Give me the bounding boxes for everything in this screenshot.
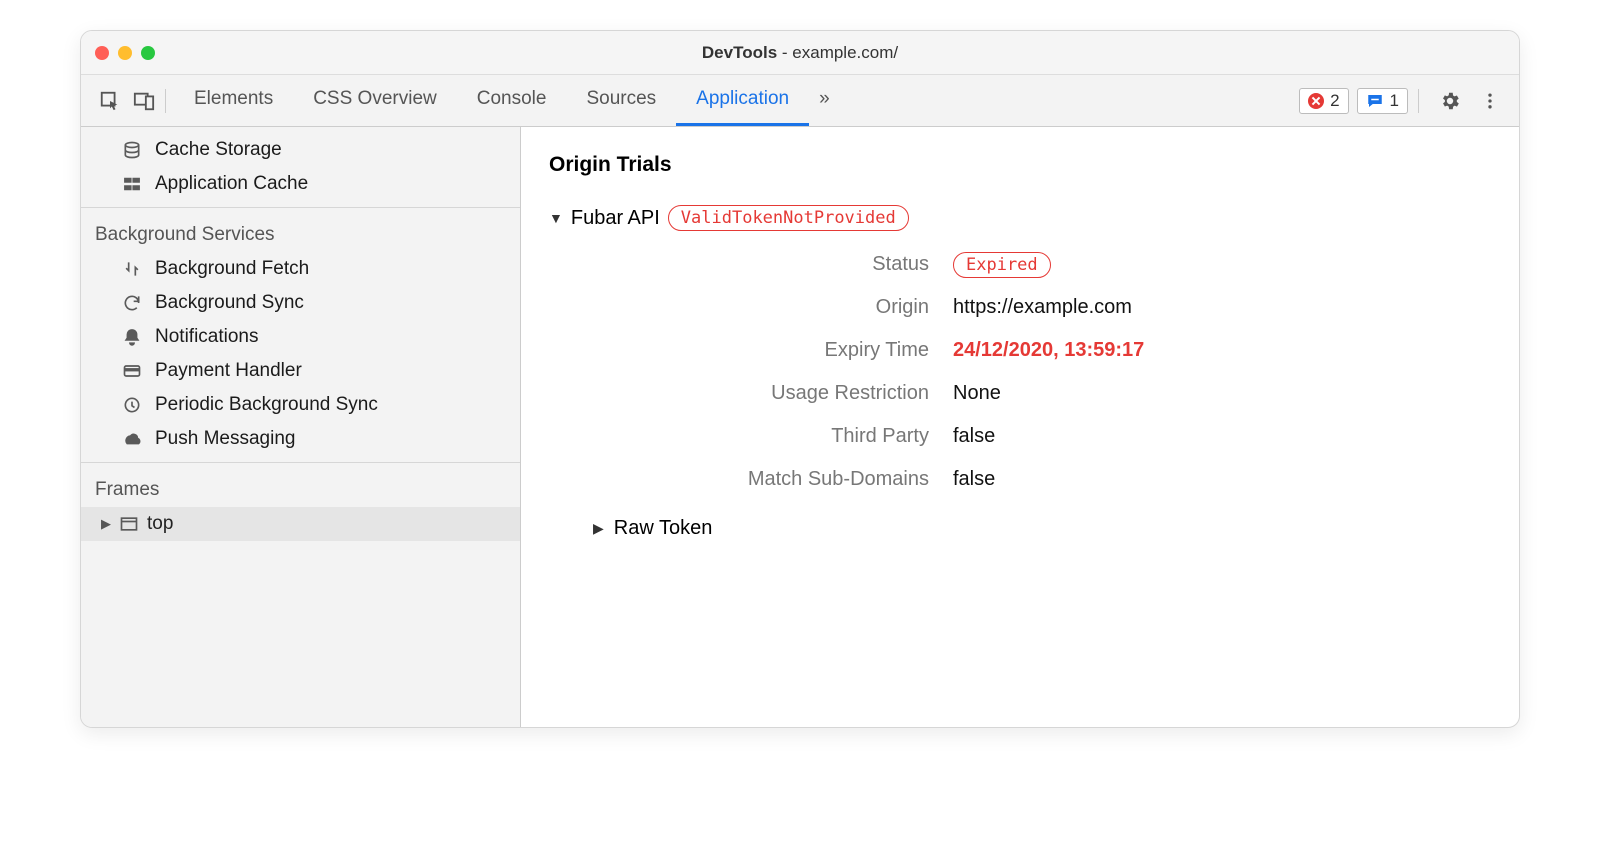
sidebar-item-label: Payment Handler: [155, 360, 302, 382]
settings-button[interactable]: [1433, 90, 1467, 112]
sidebar-item-label: Background Sync: [155, 292, 304, 314]
sidebar-item-cache-storage[interactable]: Cache Storage: [81, 133, 520, 167]
field-label-third-party: Third Party: [629, 425, 929, 448]
sidebar-item-push-messaging[interactable]: Push Messaging: [81, 422, 520, 456]
toolbar-separator: [165, 89, 166, 113]
sidebar-item-label: Periodic Background Sync: [155, 394, 378, 416]
origin-trial-row[interactable]: ▼ Fubar API ValidTokenNotProvided: [549, 205, 1491, 231]
app-name: DevTools: [702, 43, 777, 62]
sidebar-item-label: Cache Storage: [155, 139, 282, 161]
tab-elements[interactable]: Elements: [174, 75, 293, 126]
panel-tabs: Elements CSS Overview Console Sources Ap…: [174, 75, 840, 126]
raw-token-row[interactable]: ▶ Raw Token: [593, 517, 1491, 540]
sidebar-section-background: Background Services Background Fetch Bac…: [81, 208, 520, 463]
sidebar-item-background-sync[interactable]: Background Sync: [81, 286, 520, 320]
periodic-sync-icon: [121, 395, 143, 415]
notifications-icon: [121, 327, 143, 347]
tab-css-overview[interactable]: CSS Overview: [293, 75, 457, 126]
field-label-usage: Usage Restriction: [629, 382, 929, 405]
background-fetch-icon: [121, 259, 143, 279]
errors-count: 2: [1330, 91, 1339, 111]
field-label-match-subdomains: Match Sub-Domains: [629, 468, 929, 491]
frame-icon: [119, 514, 139, 534]
sidebar-item-label: Application Cache: [155, 173, 308, 195]
error-icon: [1308, 93, 1324, 109]
close-window-button[interactable]: [95, 46, 109, 60]
field-value-expiry: 24/12/2020, 13:59:17: [953, 339, 1491, 362]
sidebar-item-background-fetch[interactable]: Background Fetch: [81, 252, 520, 286]
disclosure-down-icon: ▼: [549, 210, 563, 226]
toolbar-separator: [1418, 89, 1419, 113]
page-title: Origin Trials: [549, 153, 1491, 177]
window-controls: [95, 46, 155, 60]
sidebar-section-cache: Cache Storage Application Cache: [81, 127, 520, 208]
device-toolbar-icon[interactable]: [127, 84, 161, 118]
sidebar-item-application-cache[interactable]: Application Cache: [81, 167, 520, 201]
inspect-element-icon[interactable]: [93, 84, 127, 118]
disclosure-right-icon: ▶: [593, 520, 604, 537]
cache-storage-icon: [121, 140, 143, 160]
sidebar-heading-background: Background Services: [81, 214, 520, 252]
more-menu-button[interactable]: [1473, 91, 1507, 111]
minimize-window-button[interactable]: [118, 46, 132, 60]
sidebar-heading-frames: Frames: [81, 469, 520, 507]
status-pill: Expired: [953, 252, 1051, 278]
application-sidebar: Cache Storage Application Cache Backgrou…: [81, 127, 521, 727]
sidebar-item-label: Background Fetch: [155, 258, 309, 280]
titlebar: DevTools - example.com/: [81, 31, 1519, 75]
push-messaging-icon: [121, 429, 143, 449]
trial-details: Status Expired Origin https://example.co…: [629, 253, 1491, 491]
trial-name: Fubar API: [571, 207, 660, 230]
issues-icon: [1366, 92, 1384, 110]
sidebar-item-label: Push Messaging: [155, 428, 295, 450]
sidebar-section-frames: Frames ▶ top: [81, 463, 520, 727]
trial-status-badge: ValidTokenNotProvided: [668, 205, 909, 231]
devtools-toolbar: Elements CSS Overview Console Sources Ap…: [81, 75, 1519, 127]
errors-chip[interactable]: 2: [1299, 88, 1348, 114]
field-label-origin: Origin: [629, 296, 929, 319]
application-cache-icon: [121, 174, 143, 194]
panel-body: Cache Storage Application Cache Backgrou…: [81, 127, 1519, 727]
window-url: example.com/: [792, 43, 898, 62]
raw-token-label: Raw Token: [614, 517, 713, 540]
background-sync-icon: [121, 293, 143, 313]
sidebar-item-notifications[interactable]: Notifications: [81, 320, 520, 354]
tab-sources[interactable]: Sources: [566, 75, 676, 126]
issues-chip[interactable]: 1: [1357, 88, 1408, 114]
sidebar-item-frame-top[interactable]: ▶ top: [81, 507, 520, 541]
tab-console[interactable]: Console: [457, 75, 567, 126]
more-tabs-button[interactable]: »: [809, 75, 840, 126]
issues-count: 1: [1390, 91, 1399, 111]
zoom-window-button[interactable]: [141, 46, 155, 60]
devtools-window: DevTools - example.com/ Elements CSS Ove…: [80, 30, 1520, 728]
field-value-status: Expired: [953, 253, 1491, 276]
payment-handler-icon: [121, 361, 143, 381]
field-value-origin: https://example.com: [953, 296, 1491, 319]
field-label-expiry: Expiry Time: [629, 339, 929, 362]
field-label-status: Status: [629, 253, 929, 276]
field-value-usage: None: [953, 382, 1491, 405]
sidebar-item-label: Notifications: [155, 326, 259, 348]
sidebar-item-periodic-sync[interactable]: Periodic Background Sync: [81, 388, 520, 422]
origin-trials-panel: Origin Trials ▼ Fubar API ValidTokenNotP…: [521, 127, 1519, 727]
disclosure-right-icon: ▶: [101, 516, 111, 532]
sidebar-item-payment-handler[interactable]: Payment Handler: [81, 354, 520, 388]
frame-label: top: [147, 513, 173, 535]
tab-application[interactable]: Application: [676, 75, 809, 126]
field-value-match-subdomains: false: [953, 468, 1491, 491]
window-title: DevTools - example.com/: [81, 43, 1519, 63]
field-value-third-party: false: [953, 425, 1491, 448]
